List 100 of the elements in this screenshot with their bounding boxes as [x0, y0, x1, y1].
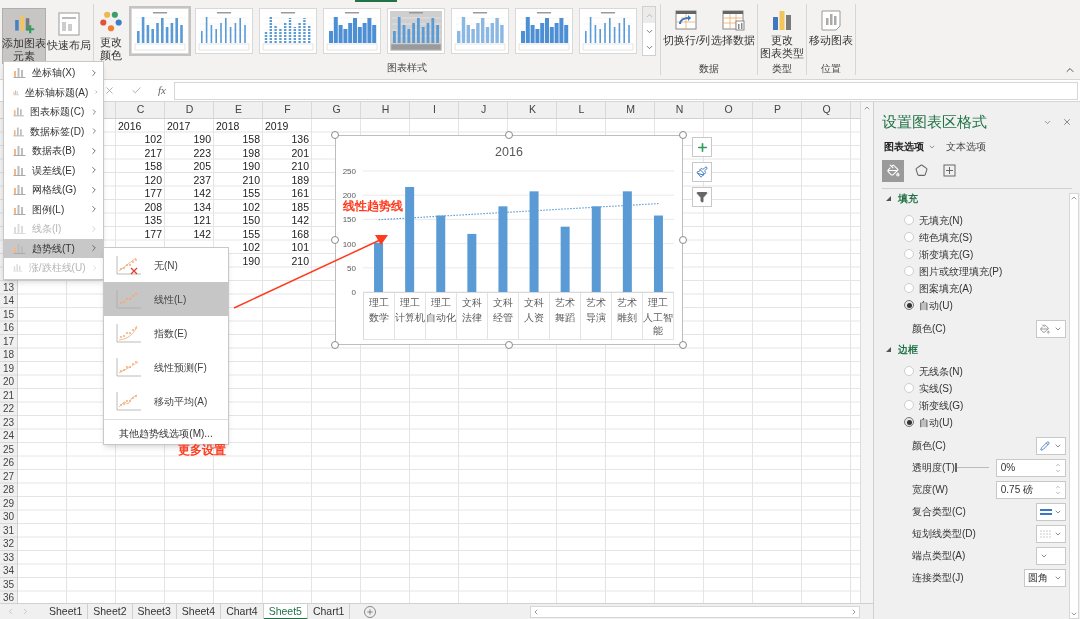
function-button[interactable]: fx	[158, 82, 166, 99]
gallery-scroll-up[interactable]	[643, 7, 655, 23]
menu-item[interactable]: 图表标题(C)	[4, 102, 103, 122]
column-header: E	[234, 102, 243, 117]
menu-item[interactable]: 误差线(E)	[4, 160, 103, 180]
chevron-down-icon	[1069, 610, 1078, 618]
table-icon	[720, 8, 745, 32]
chart-style-thumbnail[interactable]	[385, 6, 447, 56]
chart-element-icon	[13, 223, 26, 235]
chart-style-thumbnail[interactable]	[129, 6, 191, 56]
resize-handle[interactable]	[505, 341, 513, 349]
select-data-button[interactable]: 选择数据	[710, 5, 755, 61]
cell: 190	[242, 254, 260, 267]
transparency-field[interactable]: 0%	[995, 458, 1066, 477]
chart-filters-button[interactable]	[692, 187, 712, 207]
chart-element-icon	[13, 106, 25, 118]
add-chart-element-button[interactable]: 添加图表 元素	[2, 8, 46, 64]
chart-style-thumbnail[interactable]	[321, 6, 383, 56]
sheet-tab[interactable]: Sheet3	[132, 603, 177, 619]
pane-tab[interactable]: 图表选项	[884, 139, 936, 154]
radio-button[interactable]	[904, 417, 914, 427]
slider-thumb[interactable]	[954, 463, 957, 472]
triangle-icon	[886, 346, 892, 353]
cancel-icon[interactable]	[104, 85, 115, 96]
menu-item[interactable]: 移动平均(A)	[104, 384, 228, 418]
menu-item[interactable]: 趋势线(T)	[4, 238, 103, 258]
join-type-dropdown[interactable]: 圆角	[1023, 568, 1066, 587]
sheet-tab[interactable]: Sheet1	[44, 603, 89, 619]
menu-item[interactable]: 无(N)	[104, 248, 228, 282]
resize-handle[interactable]	[679, 236, 687, 244]
horizontal-scrollbar[interactable]	[530, 605, 860, 618]
cell: 223	[193, 146, 211, 159]
menu-item[interactable]: 坐标轴标题(A)	[4, 82, 103, 102]
cell: 102	[242, 200, 260, 213]
pane-tab[interactable]: 文本选项	[946, 139, 986, 154]
menu-item[interactable]: 坐标轴(X)	[4, 63, 103, 83]
change-colors-button[interactable]: 更改 颜色	[95, 6, 127, 62]
resize-handle[interactable]	[331, 341, 339, 349]
scrollbar[interactable]	[860, 102, 873, 603]
menu-item[interactable]: 线性预测(F)	[104, 350, 228, 384]
sheet-tab[interactable]: Sheet5	[263, 603, 308, 619]
axis-label: 计算机	[395, 311, 425, 324]
menu-item[interactable]: 数据标签(D)	[4, 121, 103, 141]
option-label: 无填充(N)	[919, 213, 963, 228]
chart-style-thumbnail[interactable]	[193, 6, 255, 56]
triangle-icon	[886, 195, 892, 202]
chart-style-thumbnail[interactable]	[449, 6, 511, 56]
resize-handle[interactable]	[679, 131, 687, 139]
resize-handle[interactable]	[679, 341, 687, 349]
chart-style-thumbnail[interactable]	[257, 6, 319, 56]
sheet-tab[interactable]: Sheet2	[88, 603, 133, 619]
cell: 168	[291, 227, 309, 240]
menu-item[interactable]: 数据表(B)	[4, 141, 103, 161]
chart-style-thumbnail[interactable]	[577, 6, 639, 56]
chart-elements-button[interactable]	[692, 137, 712, 157]
chart-style-thumbnail[interactable]	[513, 6, 575, 56]
section-header[interactable]: 填充	[882, 188, 1069, 209]
layout-icon	[56, 11, 82, 37]
column-header: N	[674, 102, 685, 117]
gallery-expand[interactable]	[643, 39, 655, 55]
chart-styles-button[interactable]	[692, 162, 712, 182]
menu-item[interactable]: 图例(L)	[4, 199, 103, 219]
compound-type-dropdown[interactable]	[1035, 502, 1066, 521]
quick-layout-button[interactable]: 快速布局	[47, 8, 91, 64]
radio-button[interactable]	[904, 300, 914, 310]
sheet-tab[interactable]: Chart1	[307, 603, 351, 619]
scrollbar[interactable]	[1068, 192, 1079, 619]
menu-item[interactable]: 网格线(G)	[4, 180, 103, 200]
cell: 210	[291, 254, 309, 267]
formula-input[interactable]	[173, 81, 1078, 100]
option-label: 自动(U)	[919, 298, 953, 313]
row-header: 36	[1, 591, 16, 603]
cell: 2018	[216, 119, 240, 132]
resize-handle[interactable]	[331, 236, 339, 244]
enter-icon[interactable]	[131, 85, 142, 96]
chart-element-icon	[13, 164, 26, 176]
line-color-dropdown[interactable]	[1035, 436, 1066, 455]
axis-label: 舞蹈	[554, 311, 576, 324]
cell: 135	[144, 214, 162, 226]
chevron-right-icon	[89, 145, 99, 156]
close-icon[interactable]	[1062, 117, 1072, 128]
trendline-icon	[114, 254, 142, 276]
switch-button[interactable]: 切换行/列	[663, 5, 710, 61]
width-field[interactable]: 0.75 磅	[995, 480, 1066, 499]
change-type-button[interactable]: 更改 图表类型	[759, 5, 804, 61]
row-header: 27	[1, 469, 16, 484]
section-header[interactable]: 边框	[882, 339, 1069, 360]
sheet-tab[interactable]: Chart4	[221, 603, 264, 619]
menu-item[interactable]: 线性(L)	[104, 282, 228, 316]
move-chart-button[interactable]: 移动图表	[808, 5, 853, 61]
menu-item[interactable]: 其他趋势线选项(M)...	[104, 423, 228, 444]
pane-icon-tab[interactable]	[882, 159, 904, 182]
resize-handle[interactable]	[505, 131, 513, 139]
gallery-scroll-down[interactable]	[643, 23, 655, 39]
axis-label: 理工	[431, 296, 451, 309]
sheet-tab[interactable]: Sheet4	[176, 603, 222, 619]
fill-color-dropdown[interactable]	[1035, 319, 1066, 338]
resize-handle[interactable]	[331, 131, 339, 139]
cap-type-dropdown[interactable]	[1035, 546, 1066, 565]
menu-item[interactable]: 指数(E)	[104, 316, 228, 350]
